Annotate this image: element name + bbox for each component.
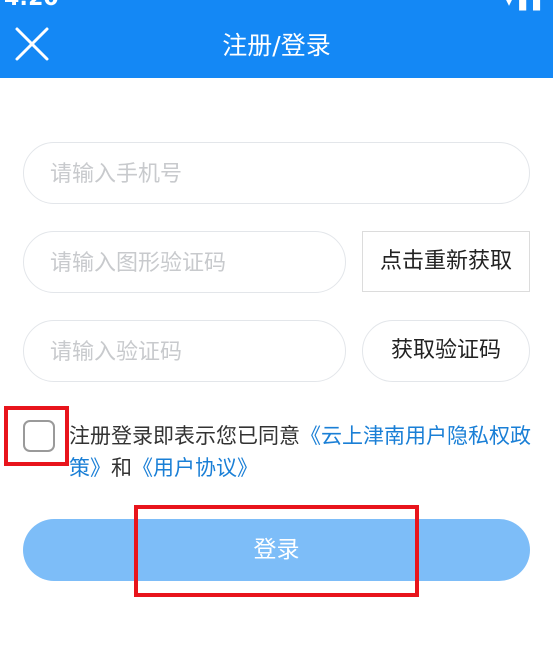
get-code-button[interactable]: 获取验证码 (362, 320, 530, 382)
phone-field[interactable] (23, 142, 530, 205)
app-header: 4:20 ▾ ▌▌ 注册/登录 (0, 0, 553, 78)
agreement-conjunction: 和 (111, 456, 132, 480)
refresh-captcha-button[interactable]: 点击重新获取 (362, 231, 530, 292)
status-bar: 4:20 ▾ ▌▌ (0, 0, 553, 12)
user-agreement-link[interactable]: 《用户协议》 (132, 456, 258, 480)
sms-code-input[interactable] (48, 321, 333, 383)
agreement-prefix: 注册登录即表示您已同意 (69, 424, 300, 448)
captcha-field[interactable] (23, 231, 346, 294)
login-button[interactable]: 登录 (23, 519, 530, 581)
agree-checkbox[interactable] (23, 420, 55, 452)
status-icons: ▾ ▌▌ (504, 0, 547, 11)
status-time: 4:20 (4, 0, 59, 11)
login-page: 4:20 ▾ ▌▌ 注册/登录 点击重新获取 获取验证码 注册登录即表示您已同意… (0, 0, 553, 646)
page-title: 注册/登录 (222, 31, 331, 60)
sms-code-field[interactable] (23, 320, 346, 383)
phone-input[interactable] (48, 143, 517, 205)
captcha-input[interactable] (48, 232, 333, 294)
agreement-text: 注册登录即表示您已同意《云上津南用户隐私权政策》和《用户协议》 (69, 420, 539, 484)
